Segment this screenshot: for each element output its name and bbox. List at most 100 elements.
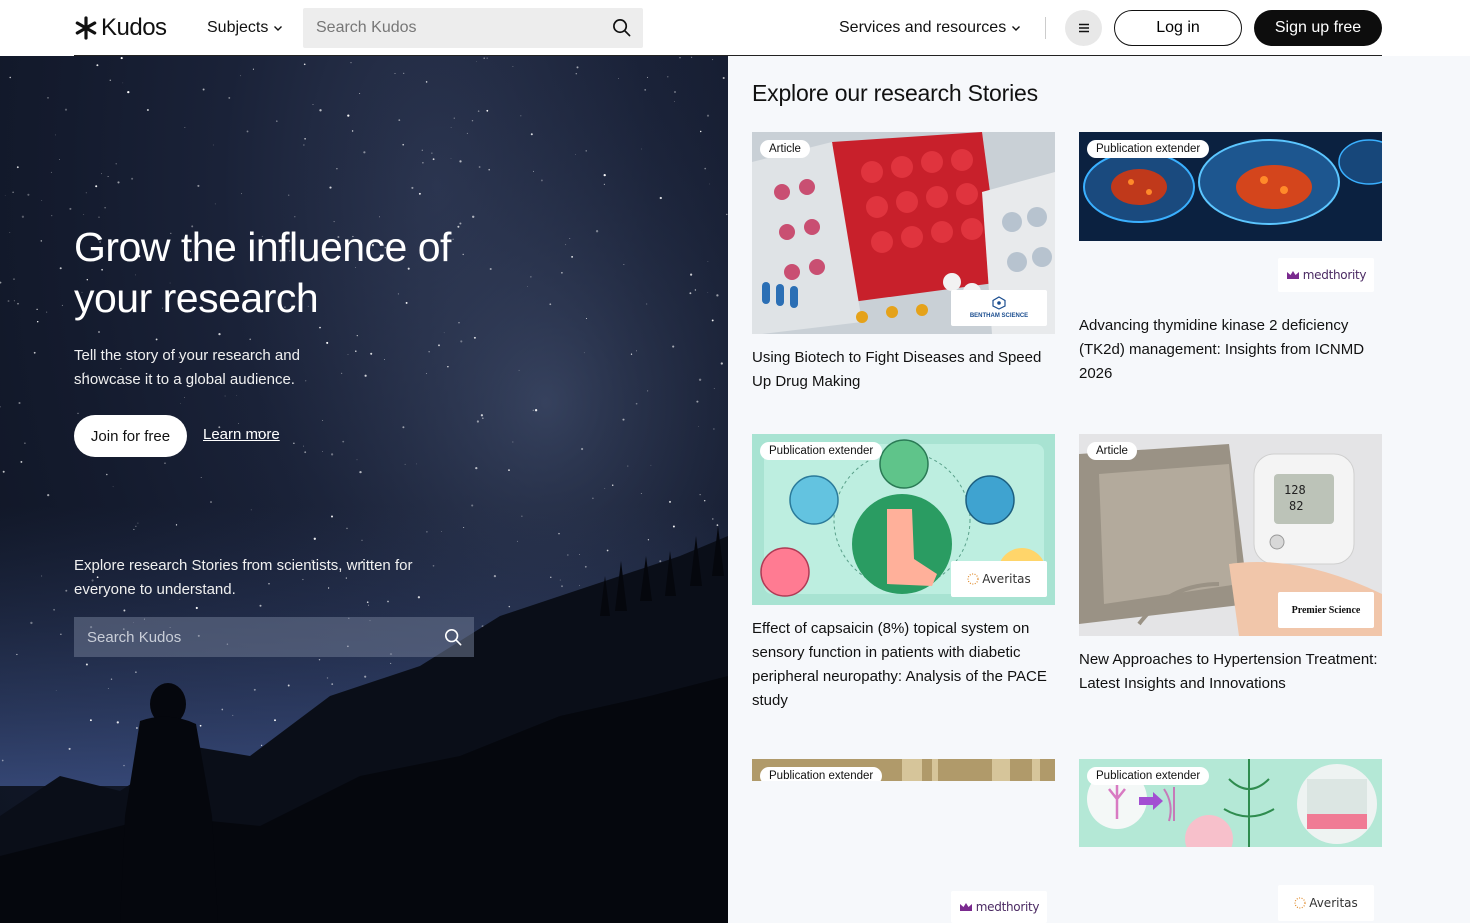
star <box>30 621 33 625</box>
hero-search-input[interactable] <box>74 628 424 646</box>
star <box>304 137 306 140</box>
star <box>674 91 676 93</box>
star <box>703 499 706 502</box>
star <box>428 351 430 353</box>
story-title[interactable]: New Approaches to Hypertension Treatment… <box>1079 648 1382 696</box>
star <box>85 192 87 194</box>
star <box>512 441 514 443</box>
star <box>41 200 43 201</box>
story-title[interactable]: Using Biotech to Fight Diseases and Spee… <box>752 346 1055 394</box>
story-card[interactable]: Publication extender medthority <box>752 759 1055 923</box>
publisher-name: Premier Science <box>1291 604 1361 616</box>
subjects-label: Subjects <box>207 19 269 36</box>
subjects-menu[interactable]: Subjects <box>207 19 283 37</box>
star <box>109 79 112 82</box>
star <box>313 537 316 540</box>
story-title[interactable]: Effect of capsaicin (8%) topical system … <box>752 617 1055 713</box>
star <box>137 522 139 524</box>
star <box>622 418 625 421</box>
star <box>221 708 224 711</box>
star <box>95 185 98 188</box>
story-card[interactable]: Publication extender Averitas <box>1079 759 1382 923</box>
star <box>447 365 449 368</box>
header-search-input[interactable] <box>303 19 593 37</box>
site-header: Kudos Subjects Services and resources Lo… <box>0 0 1470 56</box>
star <box>709 183 710 185</box>
night-sky-image <box>0 56 728 923</box>
story-card[interactable]: Article BENTHAM SCIENCE Using Biotech to… <box>752 132 1055 402</box>
star <box>4 195 6 196</box>
star <box>120 57 123 60</box>
star <box>228 96 231 99</box>
publisher-name: Averitas <box>1309 896 1358 910</box>
star <box>85 663 88 666</box>
star <box>611 484 614 486</box>
star <box>9 232 11 234</box>
star <box>659 560 662 563</box>
publisher-name: Averitas <box>982 572 1031 586</box>
star <box>47 97 49 99</box>
star <box>650 464 652 466</box>
star <box>453 117 455 119</box>
star <box>646 303 648 305</box>
star <box>17 302 19 305</box>
star <box>690 273 693 276</box>
star <box>202 88 205 91</box>
star <box>530 276 532 278</box>
star <box>59 159 60 161</box>
star <box>713 388 715 389</box>
star <box>249 338 252 341</box>
star <box>716 294 719 297</box>
chevron-down-icon <box>274 26 283 31</box>
star <box>250 509 252 511</box>
star <box>481 417 484 420</box>
star <box>135 525 137 527</box>
star <box>123 609 126 612</box>
star <box>640 148 642 150</box>
star <box>394 73 396 75</box>
services-menu[interactable]: Services and resources <box>839 19 1021 37</box>
star <box>647 539 650 541</box>
star <box>155 338 158 341</box>
star <box>571 256 573 258</box>
signup-button[interactable]: Sign up free <box>1254 10 1382 46</box>
star <box>89 719 92 722</box>
login-button[interactable]: Log in <box>1114 10 1242 46</box>
star <box>569 237 571 239</box>
star <box>540 179 543 182</box>
star <box>411 186 414 189</box>
story-card[interactable]: Publication extender medthority Advancin… <box>1079 132 1382 402</box>
story-type-badge: Publication extender <box>1087 140 1210 158</box>
star <box>287 684 290 687</box>
story-card[interactable]: 128 82 Article Premier Science New Approa… <box>1079 434 1382 724</box>
star <box>123 764 125 767</box>
star <box>13 278 15 280</box>
star <box>426 531 428 533</box>
star <box>527 286 529 287</box>
star <box>585 150 587 152</box>
story-thumbnail: Article BENTHAM SCIENCE <box>752 132 1055 334</box>
menu-button[interactable] <box>1065 10 1102 46</box>
story-card[interactable]: Publication extender Averitas Effect of … <box>752 434 1055 724</box>
learn-more-link[interactable]: Learn more <box>203 426 280 443</box>
star <box>53 608 55 611</box>
star <box>691 56 693 58</box>
star <box>459 160 462 163</box>
join-free-button[interactable]: Join for free <box>74 415 187 457</box>
star <box>584 565 587 568</box>
star <box>303 63 306 66</box>
star <box>711 319 714 322</box>
star <box>559 579 561 581</box>
star <box>33 351 36 354</box>
story-title[interactable]: Advancing thymidine kinase 2 deficiency … <box>1079 314 1382 386</box>
star <box>18 401 21 405</box>
star <box>101 173 102 175</box>
star <box>450 127 452 128</box>
kudos-logo[interactable]: Kudos <box>74 14 167 42</box>
star <box>97 330 101 334</box>
star <box>40 240 43 242</box>
star <box>477 110 480 112</box>
search-icon[interactable] <box>444 628 462 646</box>
search-icon[interactable] <box>612 18 631 37</box>
star <box>240 75 242 77</box>
